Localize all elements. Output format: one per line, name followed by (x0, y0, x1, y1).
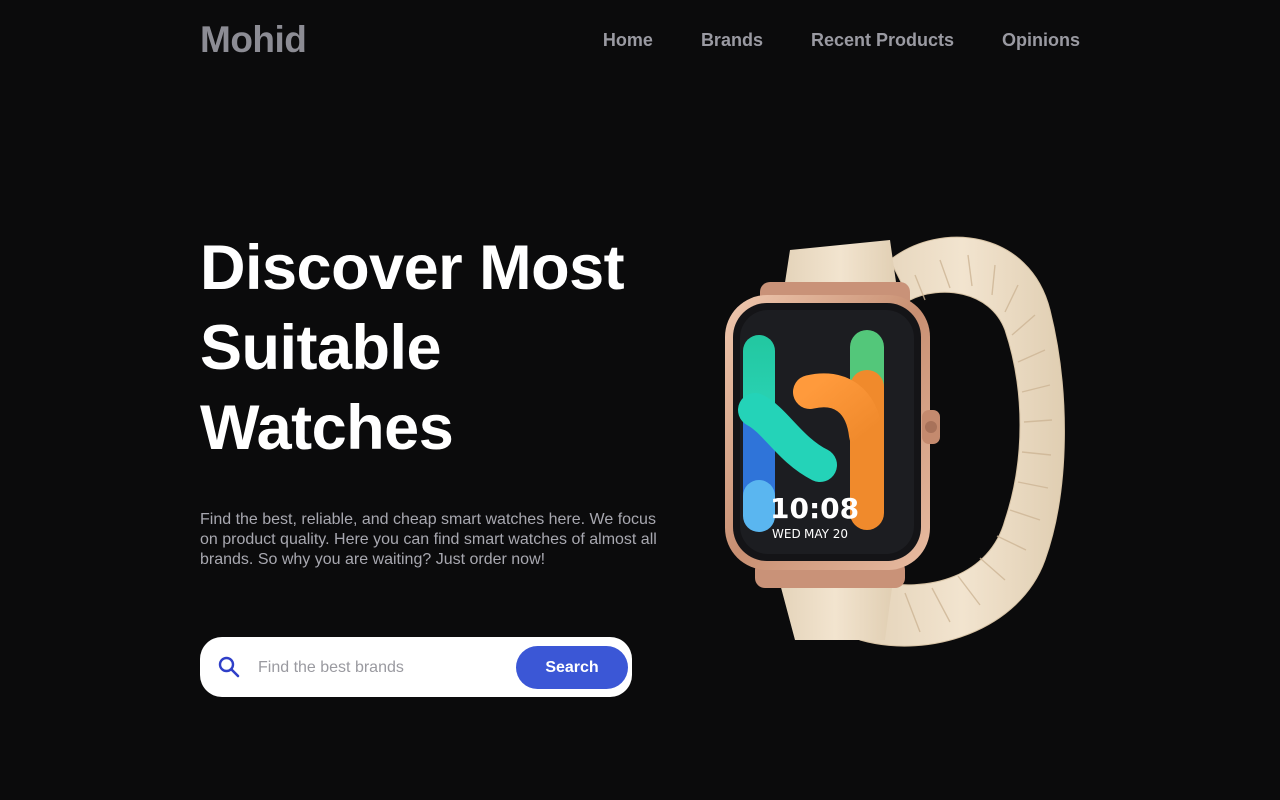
smartwatch-image: 10:08 WED MAY 20 (725, 236, 1065, 647)
nav-link-home[interactable]: Home (603, 30, 653, 51)
search-icon (218, 656, 240, 678)
hero-title-line-2: Suitable (200, 313, 442, 383)
hero-title-line-1: Discover Most (200, 233, 625, 303)
hero-title: Discover Most Suitable Watches (200, 228, 680, 468)
watch-date: MAY 20 (804, 527, 848, 541)
nav-link-brands[interactable]: Brands (701, 30, 763, 51)
navbar: Mohid Home Brands Recent Products Opinio… (200, 18, 1080, 62)
search-button[interactable]: Search (516, 646, 628, 689)
search-bar: Search (200, 637, 632, 697)
site-logo[interactable]: Mohid (200, 19, 307, 61)
nav-link-recent-products[interactable]: Recent Products (811, 30, 954, 51)
hero-title-line-3: Watches (200, 393, 454, 463)
hero-description: Find the best, reliable, and cheap smart… (200, 511, 657, 568)
nav-links: Home Brands Recent Products Opinions (603, 30, 1080, 51)
watch-time: 10:08 (770, 492, 859, 525)
nav-link-opinions[interactable]: Opinions (1002, 30, 1080, 51)
watch-day: WED (772, 527, 801, 541)
search-input[interactable] (256, 651, 510, 685)
